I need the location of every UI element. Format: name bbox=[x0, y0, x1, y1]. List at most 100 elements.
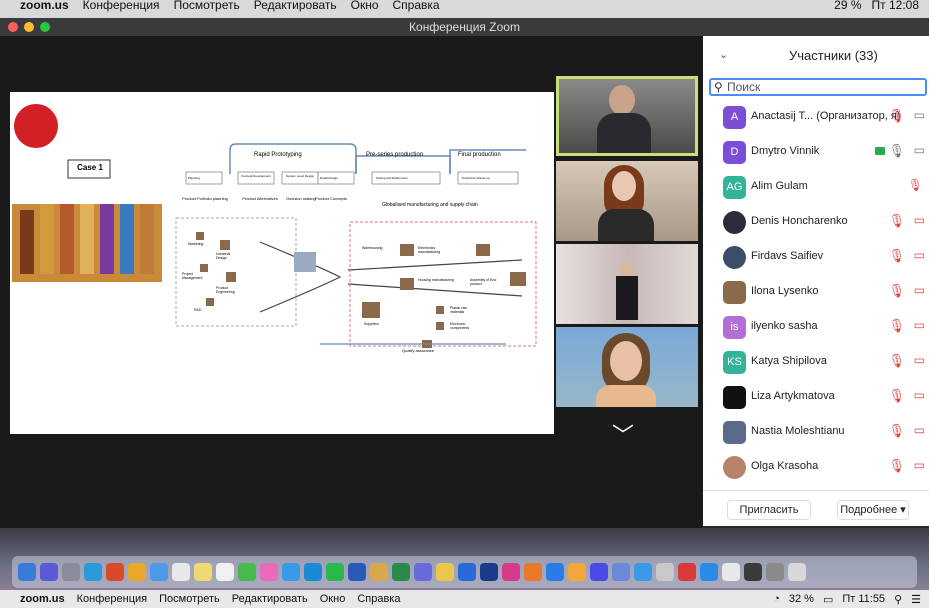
mic-muted-icon[interactable]: 🎙 bbox=[888, 423, 905, 439]
menubar-item[interactable]: Окно bbox=[351, 0, 379, 11]
more-button[interactable]: Подробнее ▾ bbox=[837, 500, 909, 520]
invite-button[interactable]: Пригласить bbox=[727, 500, 811, 520]
mic-muted-icon[interactable]: 🎙 bbox=[908, 178, 923, 192]
camera-off-icon[interactable]: ▭ bbox=[914, 353, 925, 367]
camera-off-icon[interactable]: ▭ bbox=[914, 458, 925, 472]
participant-name: Alim Gulam bbox=[751, 180, 808, 192]
zoom-icon[interactable] bbox=[700, 563, 718, 581]
mic-muted-icon[interactable]: 🎙 bbox=[888, 388, 905, 404]
camera-icon[interactable]: ▭ bbox=[914, 143, 925, 157]
participant-row[interactable]: Ilona Lysenko 🎙 ▭ bbox=[703, 277, 929, 307]
facetime-icon[interactable] bbox=[326, 563, 344, 581]
video-tile[interactable] bbox=[556, 244, 698, 324]
menubar-item[interactable]: Редактировать bbox=[232, 593, 308, 605]
collapse-panel-icon[interactable]: ⌄ bbox=[719, 48, 728, 61]
zoom-window-button[interactable] bbox=[40, 22, 50, 32]
excel-icon[interactable] bbox=[392, 563, 410, 581]
skype-icon[interactable] bbox=[304, 563, 322, 581]
camera-off-icon[interactable]: ▭ bbox=[914, 318, 925, 332]
participant-row[interactable]: A Anactasij T... (Организатор, я) 🎙 ▭ bbox=[703, 102, 929, 132]
battery-icon[interactable]: ▭ bbox=[823, 593, 833, 606]
participant-row[interactable]: Denis Honcharenko 🎙 ▭ bbox=[703, 207, 929, 237]
system-preferences-icon[interactable] bbox=[62, 563, 80, 581]
mic-icon[interactable]: 🎙 bbox=[888, 143, 905, 159]
photos-icon[interactable] bbox=[260, 563, 278, 581]
participant-row[interactable]: AG Alim Gulam 🎙 bbox=[703, 172, 929, 202]
app-icon[interactable] bbox=[590, 563, 608, 581]
participant-row[interactable]: Olga Krasoha 🎙 ▭ bbox=[703, 452, 929, 482]
camera-icon[interactable]: ▭ bbox=[914, 108, 925, 122]
app-icon[interactable] bbox=[150, 563, 168, 581]
search-icon[interactable]: ⚲ bbox=[894, 593, 902, 606]
itunes-icon[interactable] bbox=[502, 563, 520, 581]
participant-row[interactable]: Firdavs Saifiev 🎙 ▭ bbox=[703, 242, 929, 272]
chevron-down-icon[interactable]: ﹀ bbox=[612, 418, 634, 450]
launchpad-icon[interactable] bbox=[40, 563, 58, 581]
menubar-item[interactable]: Окно bbox=[320, 593, 346, 605]
notes-icon[interactable] bbox=[194, 563, 212, 581]
chrome-icon[interactable] bbox=[128, 563, 146, 581]
mic-muted-icon[interactable]: 🎙 bbox=[888, 353, 905, 369]
telegram-icon[interactable] bbox=[634, 563, 652, 581]
control-center-icon[interactable]: ☰ bbox=[911, 593, 921, 606]
menubar-item[interactable]: Конференция bbox=[77, 593, 147, 605]
menubar-item[interactable]: Посмотреть bbox=[159, 593, 220, 605]
app-icon[interactable] bbox=[612, 563, 630, 581]
camera-off-icon[interactable]: ▭ bbox=[914, 423, 925, 437]
video-tile-active-speaker[interactable] bbox=[556, 76, 698, 156]
participants-search-input[interactable]: ⚲ Поиск bbox=[709, 78, 927, 96]
downloads-icon[interactable] bbox=[766, 563, 784, 581]
app-icon[interactable] bbox=[678, 563, 696, 581]
finder-icon[interactable] bbox=[18, 563, 36, 581]
participant-row[interactable]: D Dmytro Vinnik 🎙 ▭ bbox=[703, 137, 929, 167]
minimize-window-button[interactable] bbox=[24, 22, 34, 32]
video-tile[interactable] bbox=[556, 161, 698, 241]
menubar-app-name[interactable]: zoom.us bbox=[20, 0, 69, 11]
trash-icon[interactable] bbox=[788, 563, 806, 581]
mic-muted-icon[interactable]: 🎙 bbox=[888, 318, 905, 334]
menubar-item[interactable]: Редактировать bbox=[254, 0, 337, 11]
app-icon[interactable] bbox=[370, 563, 388, 581]
app-icon[interactable] bbox=[568, 563, 586, 581]
safari-icon[interactable] bbox=[84, 563, 102, 581]
mic-muted-icon[interactable]: 🎙 bbox=[888, 213, 905, 229]
mic-muted-icon[interactable]: 🎙 bbox=[888, 283, 905, 299]
camera-off-icon[interactable]: ▭ bbox=[914, 388, 925, 402]
close-window-button[interactable] bbox=[8, 22, 18, 32]
powerpoint-icon[interactable] bbox=[106, 563, 124, 581]
camera-off-icon[interactable]: ▭ bbox=[914, 283, 925, 297]
menubar-item[interactable]: Справка bbox=[357, 593, 400, 605]
mic-muted-icon[interactable]: 🎙 bbox=[888, 108, 905, 124]
mic-muted-icon[interactable]: 🎙 bbox=[888, 458, 905, 474]
wifi-icon[interactable]: ◔ bbox=[773, 593, 780, 605]
vlc-icon[interactable] bbox=[524, 563, 542, 581]
messages-icon[interactable] bbox=[282, 563, 300, 581]
menubar-item[interactable]: Конференция bbox=[83, 0, 160, 11]
participant-row[interactable]: Liza Artykmatova 🎙 ▭ bbox=[703, 382, 929, 412]
mic-muted-icon[interactable]: 🎙 bbox=[888, 248, 905, 264]
participants-panel: ⌄ Участники (33) ⚲ Поиск A Anactasij T..… bbox=[703, 36, 929, 526]
menubar-app-name[interactable]: zoom.us bbox=[20, 593, 65, 605]
menubar-item[interactable]: Справка bbox=[393, 0, 440, 11]
camera-off-icon[interactable]: ▭ bbox=[914, 213, 925, 227]
participant-row[interactable]: KS Katya Shipilova 🎙 ▭ bbox=[703, 347, 929, 377]
app-store-icon[interactable] bbox=[546, 563, 564, 581]
app-icon[interactable] bbox=[458, 563, 476, 581]
menubar-item[interactable]: Посмотреть bbox=[174, 0, 240, 11]
calendar-icon[interactable] bbox=[172, 563, 190, 581]
word-icon[interactable] bbox=[348, 563, 366, 581]
screen-share-icon bbox=[875, 147, 885, 155]
numbers-icon[interactable] bbox=[436, 563, 454, 581]
video-tile[interactable] bbox=[556, 327, 698, 407]
participant-row[interactable]: Nastia Moleshtianu 🎙 ▭ bbox=[703, 417, 929, 447]
window-thumbnail-icon[interactable] bbox=[744, 563, 762, 581]
preview-icon[interactable] bbox=[656, 563, 674, 581]
photoshop-icon[interactable] bbox=[480, 563, 498, 581]
avatar: D bbox=[723, 141, 746, 164]
camera-off-icon[interactable]: ▭ bbox=[914, 248, 925, 262]
app-icon[interactable] bbox=[414, 563, 432, 581]
participant-row[interactable]: is ilyenko sasha 🎙 ▭ bbox=[703, 312, 929, 342]
reminders-icon[interactable] bbox=[216, 563, 234, 581]
document-icon[interactable] bbox=[722, 563, 740, 581]
maps-icon[interactable] bbox=[238, 563, 256, 581]
